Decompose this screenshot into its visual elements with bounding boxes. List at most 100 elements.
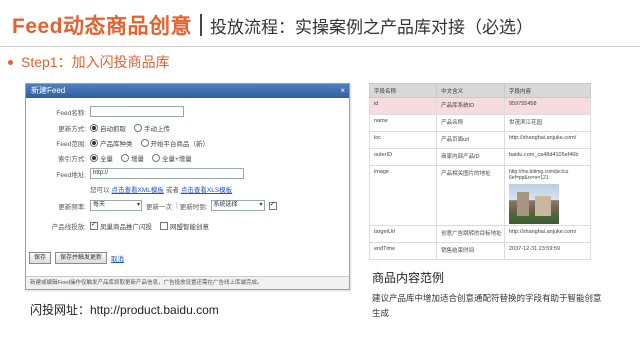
radio-icon[interactable] — [90, 138, 98, 147]
until-select[interactable]: 系统选择 — [210, 200, 265, 211]
dialog-titlebar: 新建Feed × — [26, 84, 349, 98]
product-chk2-option[interactable]: 网盟智能创意 — [160, 221, 209, 231]
meaning-cell: 产品名称 — [436, 114, 505, 132]
radio-icon[interactable] — [134, 123, 142, 132]
product-chk1-option[interactable]: 凤巢商品推广闪投 — [90, 220, 152, 231]
page-header: Feed动态商品创意 投放流程：实操案例之产品库对接（必选） — [12, 8, 533, 42]
freq-divider: | — [176, 202, 178, 209]
save-update-button[interactable]: 保存并触发更新 — [55, 252, 108, 264]
product-line-row: 产品线投放: 凤巢商品推广闪投 网盟智能创意 — [26, 220, 217, 231]
column-header: 中文含义 — [436, 83, 505, 98]
save-button[interactable]: 保存 — [29, 252, 52, 264]
template-row: 您可以 点击查看XML模板 或者 点击查看XLS模板 — [90, 183, 232, 194]
checkbox-icon[interactable] — [160, 221, 168, 230]
table-header-row: 字段名称 中文含义 字段内容 — [368, 83, 591, 98]
meaning-cell: 销售结束时间 — [436, 242, 505, 260]
table-row: id 产品库系统ID 959755458 — [368, 97, 591, 115]
template-prefix: 您可以 — [90, 186, 110, 194]
value-cell: http://shanghai.anjuke.com/ — [504, 131, 591, 149]
update-mode-label: 更新方式: — [58, 125, 86, 133]
value-cell: 世茂滨江花园 — [504, 114, 591, 132]
page-subtitle: 投放流程：实操案例之产品库对接（必选） — [210, 17, 534, 37]
field-cell: endTime — [368, 242, 438, 260]
field-cell: image — [368, 165, 438, 226]
feed-addr-row: Feed地址: http:// — [26, 168, 244, 179]
table-row: targetUrl 创意广告跳转的目标地址 http://shanghai.an… — [368, 225, 591, 243]
table-row: outerID 商家内部产品ID baidu.com_ca48d4105ef46… — [368, 148, 591, 166]
field-cell: outerID — [368, 148, 438, 166]
header-divider — [0, 46, 640, 47]
close-icon[interactable]: × — [340, 84, 345, 98]
freq-checkbox[interactable] — [268, 200, 277, 210]
table-row: image 产品相关图片的地址 http://ms.bdimg.com/pic/… — [368, 165, 591, 226]
table-row: name 产品名称 世茂滨江花园 — [368, 114, 591, 132]
field-cell: targetUrl — [368, 225, 438, 243]
feed-name-row: Feed名称: — [26, 106, 184, 117]
meaning-cell: 产品库系统ID — [436, 97, 505, 115]
field-cell: name — [368, 114, 438, 132]
feed-addr-label: Feed地址: — [56, 171, 86, 179]
radio-icon[interactable] — [152, 153, 160, 162]
column-header: 字段名称 — [368, 83, 438, 98]
scope-label: Feed范围: — [56, 140, 86, 148]
feed-addr-input[interactable]: http:// — [90, 168, 244, 179]
cancel-link[interactable]: 取消 — [111, 253, 124, 263]
dialog-buttons: 保存 保存并触发更新 取消 — [29, 252, 124, 264]
step-label: Step1：加入闪投商品库 — [21, 54, 170, 70]
update-auto-option[interactable]: 自动抓取 — [90, 123, 126, 133]
meaning-cell: 商家内部产品ID — [436, 148, 505, 166]
radio-icon[interactable] — [140, 138, 149, 147]
feed-name-input[interactable] — [90, 106, 184, 117]
table-row: endTime 销售结束时间 2037-12-31 23:59:59 — [368, 242, 591, 260]
radio-icon[interactable] — [121, 153, 129, 162]
index-full-option[interactable]: 全量 — [90, 153, 113, 163]
field-cell: id — [368, 97, 438, 115]
page-title: Feed动态商品创意 — [12, 15, 193, 38]
freq-until-label: 更新时到: — [179, 203, 208, 211]
meaning-cell: 创意广告跳转的目标地址 — [436, 225, 505, 243]
dialog-title: 新建Feed — [31, 86, 66, 95]
value-cell: 2037-12-31 23:59:59 — [504, 242, 591, 260]
scope-platform-option[interactable]: 开始平台商品（新） — [140, 138, 209, 148]
index-inc-option[interactable]: 增量 — [121, 153, 144, 163]
value-cell: 959755458 — [504, 97, 591, 115]
column-header: 字段内容 — [504, 83, 591, 98]
example-title: 商品内容范例 — [372, 271, 445, 285]
field-cell: loc — [368, 131, 438, 149]
freq-row: 更新频率: 每天 更新一次 | 更新时到: 系统选择 — [26, 200, 279, 211]
feed-name-label: Feed名称: — [56, 109, 86, 117]
value-cell: http://ms.bdimg.com/pic/cu 6ef=pp&rx=s=1… — [504, 165, 591, 226]
xml-template-link[interactable]: 点击查看XML模板 — [112, 184, 164, 194]
index-row: 索引方式: 全量 增量 全量+增量 — [26, 152, 200, 163]
new-feed-dialog: 新建Feed × Feed名称: 更新方式: 自动抓取 手动上传 Feed范围:… — [25, 83, 350, 290]
scope-row: Feed范围: 产品库种类 开始平台商品（新） — [26, 137, 217, 148]
meaning-cell: 产品页面url — [436, 131, 505, 149]
freq-select[interactable]: 每天 — [90, 200, 142, 211]
dialog-footer-note: 新建或编辑Feed操作仅触发产品库抓取更新产品信息，广告投放设置还需在广告线上库… — [26, 276, 349, 289]
checkbox-icon[interactable] — [90, 220, 98, 230]
freq-label: 更新频率: — [58, 203, 86, 211]
image-url: http://ms.bdimg.com/pic/cu 6ef=pp&rx=s=1… — [509, 169, 569, 181]
meaning-cell: 产品相关图片的地址 — [436, 165, 505, 226]
index-label: 索引方式: — [58, 155, 86, 163]
radio-icon[interactable] — [90, 123, 98, 132]
xls-template-link[interactable]: 点击查看XLS模板 — [181, 184, 232, 194]
building-photo — [509, 184, 559, 224]
example-description: 建议产品库中增加适合创意通配符替换的字段有助于智能创意生成 — [372, 293, 602, 318]
update-mode-row: 更新方式: 自动抓取 手动上传 — [26, 122, 178, 133]
scope-lib-option[interactable]: 产品库种类 — [90, 138, 133, 148]
radio-icon[interactable] — [90, 153, 98, 162]
freq-once-label: 更新一次 — [146, 203, 172, 211]
template-or: 或者 — [165, 186, 179, 194]
step-heading: Step1：加入闪投商品库 — [8, 52, 170, 72]
title-divider — [200, 14, 203, 36]
value-cell: baidu.com_ca48d4105ef46b — [504, 148, 591, 166]
field-table: 字段名称 中文含义 字段内容 id 产品库系统ID 959755458 name… — [368, 83, 591, 260]
value-cell: http://shanghai.anjuke.com/ — [504, 225, 591, 243]
table-row: loc 产品页面url http://shanghai.anjuke.com/ — [368, 131, 591, 149]
index-full-inc-option[interactable]: 全量+增量 — [152, 153, 192, 163]
product-line-label: 产品线投放: — [51, 223, 86, 231]
flash-url-text: 闪投网址：http://product.baidu.com — [30, 303, 219, 317]
update-manual-option[interactable]: 手动上传 — [134, 123, 170, 133]
bullet-icon — [8, 59, 13, 65]
